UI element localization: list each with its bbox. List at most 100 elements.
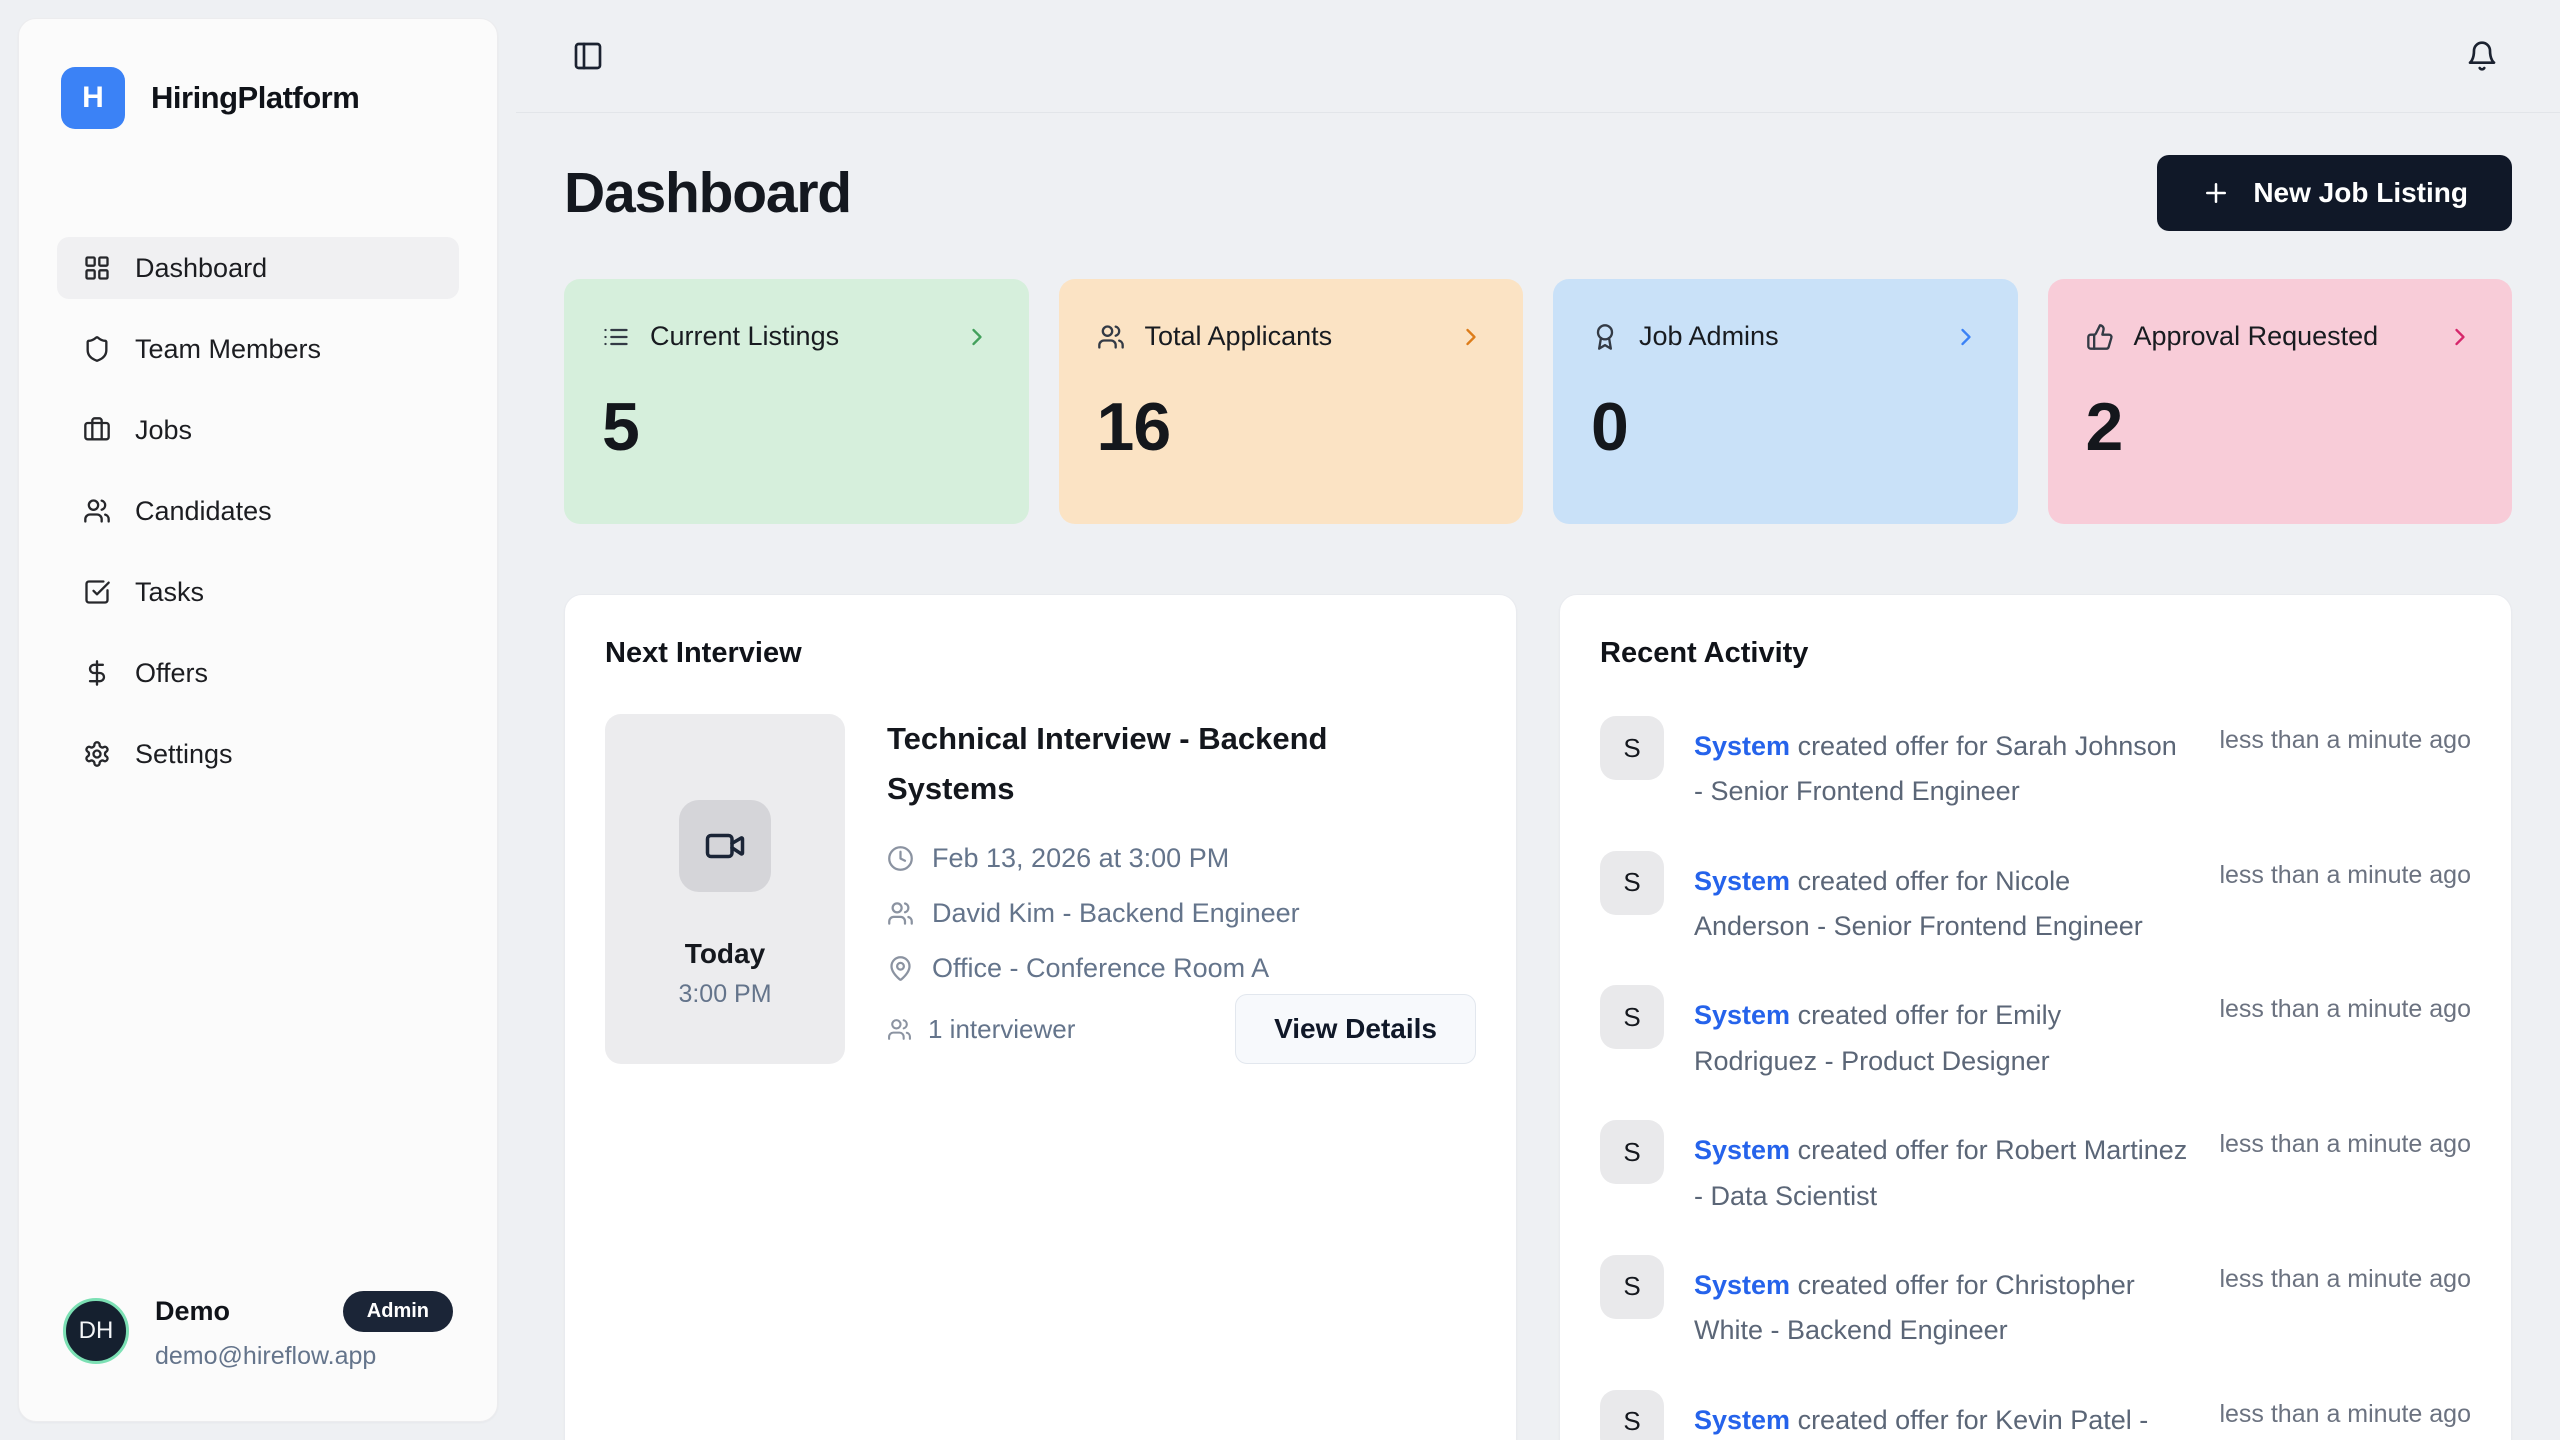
activity-avatar: S — [1600, 1255, 1664, 1319]
activity-timestamp: less than a minute ago — [2219, 1255, 2471, 1294]
activity-item: S System created offer for Nicole Anders… — [1600, 851, 2471, 950]
stat-card-job-admins[interactable]: Job Admins 0 — [1553, 279, 2018, 524]
sidebar-item-dashboard[interactable]: Dashboard — [57, 237, 459, 299]
sidebar-item-jobs[interactable]: Jobs — [57, 399, 459, 461]
stat-label: Approval Requested — [2134, 321, 2379, 352]
stat-card-total-applicants[interactable]: Total Applicants 16 — [1059, 279, 1524, 524]
map-pin-icon — [887, 955, 914, 982]
user-avatar: DH — [63, 1298, 129, 1364]
recent-activity-panel: Recent Activity S System created offer f… — [1559, 594, 2512, 1440]
stat-card-current-listings[interactable]: Current Listings 5 — [564, 279, 1029, 524]
brand[interactable]: H HiringPlatform — [57, 67, 459, 129]
dashboard-grid-icon — [83, 254, 111, 282]
page-title: Dashboard — [564, 160, 851, 226]
sidebar-item-label: Tasks — [135, 577, 204, 608]
sidebar-item-label: Dashboard — [135, 253, 267, 284]
chevron-right-icon — [2446, 323, 2474, 351]
next-interview-heading: Next Interview — [605, 637, 1476, 670]
sidebar-toggle-button[interactable] — [568, 36, 608, 76]
stat-card-approval-requested[interactable]: Approval Requested 2 — [2048, 279, 2513, 524]
clock-icon — [887, 845, 914, 872]
activity-item: S System created offer for Christopher W… — [1600, 1255, 2471, 1354]
interview-title: Technical Interview - Backend Systems — [887, 714, 1447, 813]
activity-timestamp: less than a minute ago — [2219, 851, 2471, 890]
new-job-listing-button[interactable]: New Job Listing — [2157, 155, 2512, 231]
main-area: Dashboard New Job Listing Current Listin… — [516, 0, 2560, 1440]
user-profile: DH Demo Admin demo@hireflow.app — [57, 1283, 459, 1381]
list-icon — [602, 323, 630, 351]
activity-item: S System created offer for Robert Martin… — [1600, 1120, 2471, 1219]
activity-timestamp: less than a minute ago — [2219, 985, 2471, 1024]
role-badge: Admin — [343, 1291, 453, 1332]
interview-day: Today — [685, 938, 765, 970]
view-details-button[interactable]: View Details — [1235, 994, 1476, 1064]
activity-actor-link[interactable]: System — [1694, 731, 1790, 761]
user-email: demo@hireflow.app — [155, 1342, 453, 1371]
sidebar-item-label: Jobs — [135, 415, 192, 446]
award-icon — [1591, 323, 1619, 351]
activity-item: S System created offer for Emily Rodrigu… — [1600, 985, 2471, 1084]
activity-avatar: S — [1600, 985, 1664, 1049]
notifications-button[interactable] — [2462, 36, 2502, 76]
topbar — [516, 0, 2560, 113]
plus-icon — [2201, 178, 2231, 208]
users-icon — [887, 900, 914, 927]
sidebar: H HiringPlatform Dashboard Team Members … — [18, 18, 498, 1422]
interview-time: 3:00 PM — [678, 980, 771, 1009]
sidebar-item-label: Team Members — [135, 334, 321, 365]
recent-activity-heading: Recent Activity — [1600, 637, 2471, 670]
stats-row: Current Listings 5 Total Applicants — [564, 279, 2512, 524]
sidebar-item-tasks[interactable]: Tasks — [57, 561, 459, 623]
activity-item: S System created offer for Sarah Johnson… — [1600, 716, 2471, 815]
thumbs-up-icon — [2086, 323, 2114, 351]
sidebar-item-label: Offers — [135, 658, 208, 689]
interview-candidate: David Kim - Backend Engineer — [932, 898, 1300, 929]
users-icon — [83, 497, 111, 525]
interview-datetime: Feb 13, 2026 at 3:00 PM — [932, 843, 1229, 874]
activity-actor-link[interactable]: System — [1694, 1000, 1790, 1030]
activity-actor-link[interactable]: System — [1694, 1135, 1790, 1165]
chevron-right-icon — [1457, 323, 1485, 351]
app-logo: H — [61, 67, 125, 129]
activity-avatar: S — [1600, 716, 1664, 780]
sidebar-item-team-members[interactable]: Team Members — [57, 318, 459, 380]
sidebar-nav: Dashboard Team Members Jobs Candidates T… — [57, 237, 459, 785]
video-camera-icon — [679, 800, 771, 892]
stat-label: Total Applicants — [1145, 321, 1333, 352]
stat-value: 2 — [2086, 388, 2475, 466]
next-interview-panel: Next Interview Today 3:00 PM Technical I… — [564, 594, 1517, 1440]
sidebar-item-label: Settings — [135, 739, 233, 770]
chevron-right-icon — [1952, 323, 1980, 351]
stat-value: 16 — [1097, 388, 1486, 466]
stat-label: Job Admins — [1639, 321, 1779, 352]
activity-avatar: S — [1600, 851, 1664, 915]
shield-icon — [83, 335, 111, 363]
sidebar-item-offers[interactable]: Offers — [57, 642, 459, 704]
interview-date-tile: Today 3:00 PM — [605, 714, 845, 1064]
activity-actor-link[interactable]: System — [1694, 866, 1790, 896]
activity-avatar: S — [1600, 1390, 1664, 1440]
activity-actor-link[interactable]: System — [1694, 1405, 1790, 1435]
activity-timestamp: less than a minute ago — [2219, 1120, 2471, 1159]
users-icon — [887, 1017, 912, 1042]
briefcase-icon — [83, 416, 111, 444]
app-name: HiringPlatform — [151, 80, 359, 116]
users-icon — [1097, 323, 1125, 351]
interviewer-count: 1 interviewer — [928, 1014, 1075, 1045]
chevron-right-icon — [963, 323, 991, 351]
user-name: Demo — [155, 1296, 230, 1327]
activity-item: S System created offer for Kevin Patel -… — [1600, 1390, 2471, 1440]
sidebar-item-candidates[interactable]: Candidates — [57, 480, 459, 542]
sidebar-item-settings[interactable]: Settings — [57, 723, 459, 785]
content: Dashboard New Job Listing Current Listin… — [516, 155, 2560, 1440]
square-check-icon — [83, 578, 111, 606]
activity-actor-link[interactable]: System — [1694, 1270, 1790, 1300]
stat-value: 5 — [602, 388, 991, 466]
activity-timestamp: less than a minute ago — [2219, 716, 2471, 755]
sidebar-item-label: Candidates — [135, 496, 272, 527]
dollar-icon — [83, 659, 111, 687]
bell-icon — [2466, 40, 2498, 72]
interview-location: Office - Conference Room A — [932, 953, 1269, 984]
panel-left-icon — [572, 40, 604, 72]
gear-icon — [83, 740, 111, 768]
